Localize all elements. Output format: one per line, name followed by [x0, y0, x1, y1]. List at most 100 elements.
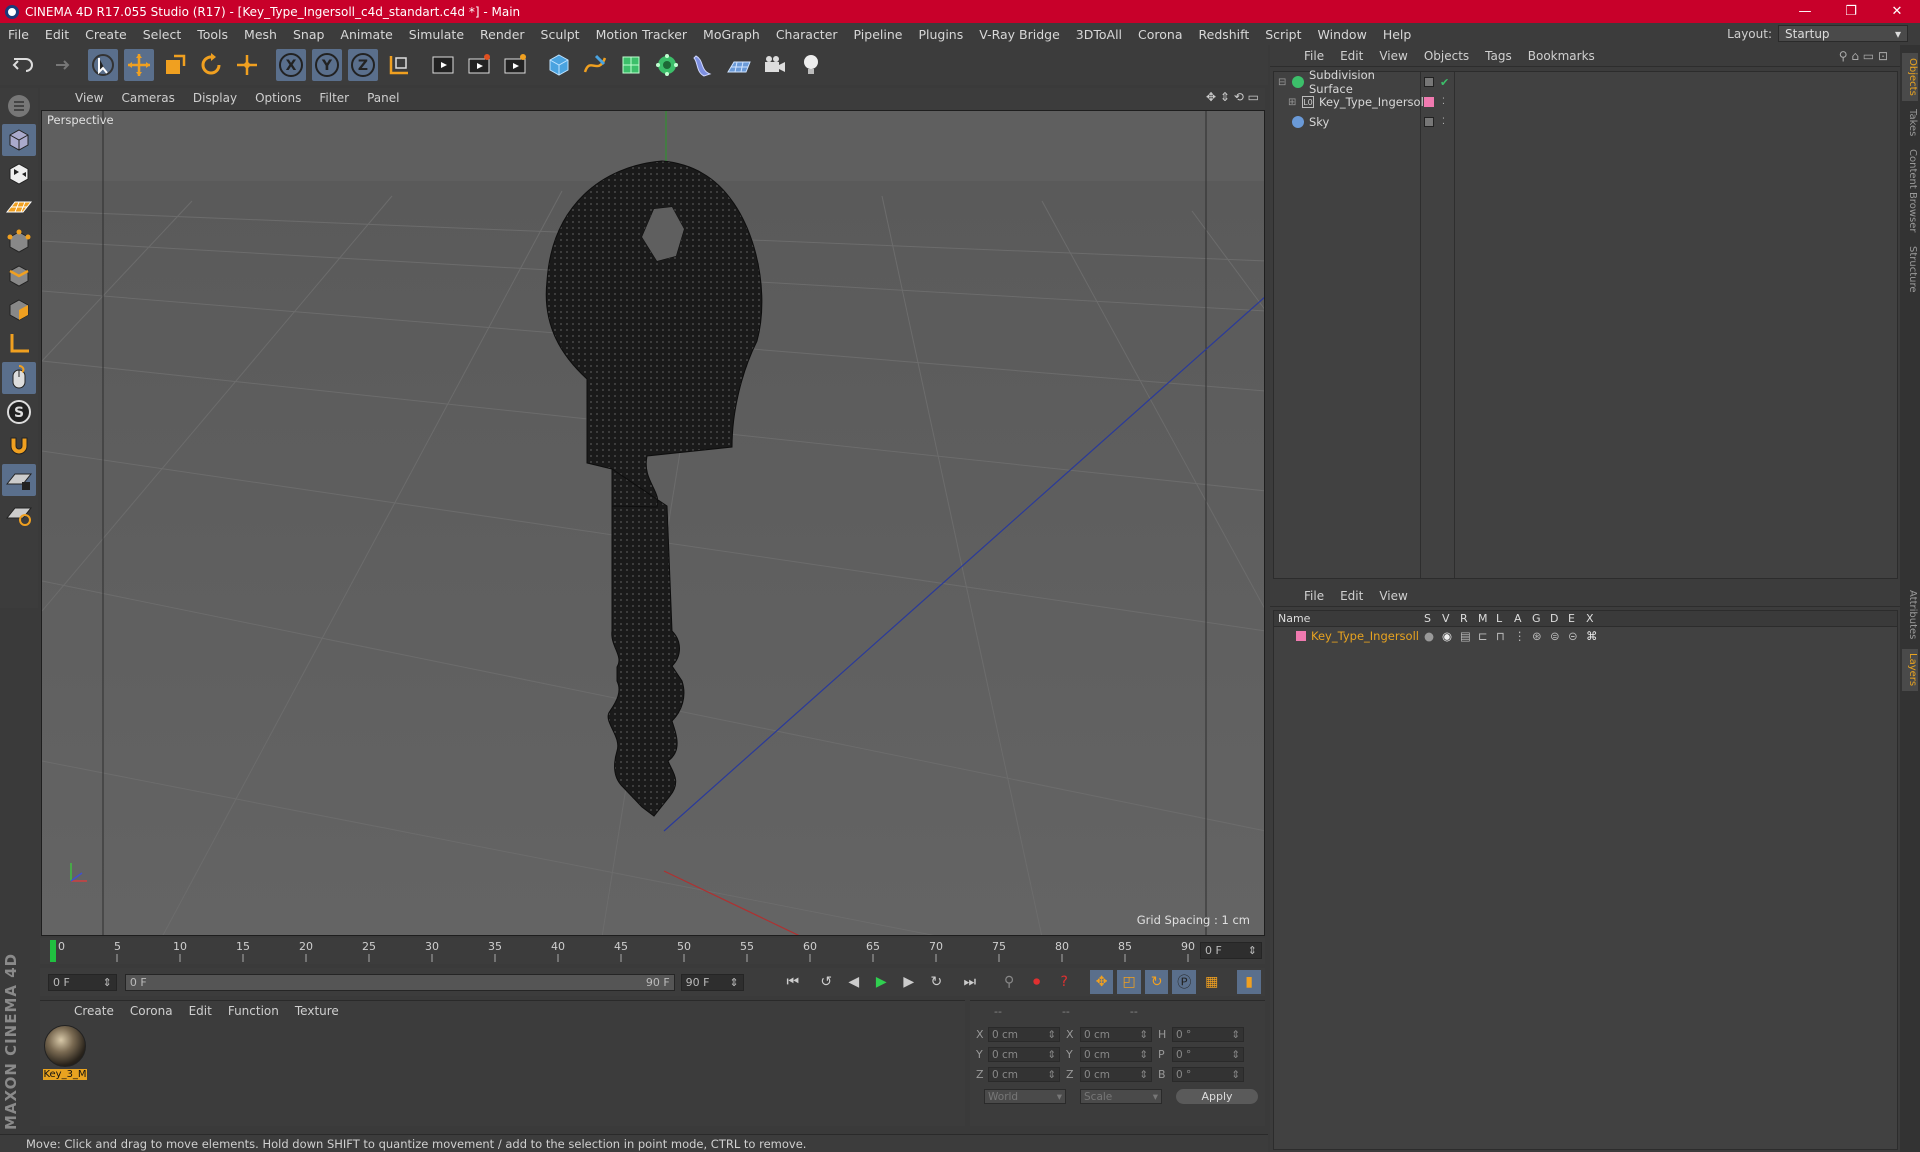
menu-sculpt[interactable]: Sculpt	[533, 27, 588, 42]
menu-file[interactable]: File	[0, 27, 37, 42]
add-cloner-button[interactable]	[652, 49, 682, 81]
material-menu-create[interactable]: Create	[66, 1004, 122, 1018]
timeline-window-button[interactable]: ▮	[1237, 970, 1261, 994]
timeline-ruler[interactable]: 0 5 10 15 20 25 30 35 40 45 50 55 60 65 …	[40, 938, 1265, 964]
menu-pipeline[interactable]: Pipeline	[846, 27, 911, 42]
layer-menu-edit[interactable]: Edit	[1332, 589, 1371, 603]
viewport-menu-display[interactable]: Display	[184, 91, 246, 105]
live-selection-button[interactable]	[88, 49, 118, 81]
record-keys-button[interactable]: ⚲	[997, 970, 1021, 994]
points-mode-button[interactable]	[2, 226, 36, 258]
edges-mode-button[interactable]	[2, 260, 36, 292]
object-menu-view[interactable]: View	[1371, 49, 1415, 63]
position-y-field[interactable]: 0 cm ⇕	[988, 1047, 1060, 1062]
viewport-menu-view[interactable]: View	[66, 91, 112, 105]
tab-structure[interactable]: Structure	[1902, 241, 1918, 297]
next-frame-button[interactable]: ▶	[897, 970, 921, 994]
tab-content-browser[interactable]: Content Browser	[1902, 145, 1918, 237]
menu-simulate[interactable]: Simulate	[401, 27, 472, 42]
menu-mograph[interactable]: MoGraph	[695, 27, 768, 42]
add-deformer-button[interactable]	[688, 49, 718, 81]
size-mode-dropdown[interactable]: Scale ▾	[1080, 1089, 1162, 1104]
key-parameter-button[interactable]: Ⓟ	[1172, 970, 1196, 994]
rotation-h-field[interactable]: 0 ° ⇕	[1172, 1027, 1244, 1042]
undo-button[interactable]	[8, 49, 38, 81]
render-to-picture-viewer-button[interactable]	[464, 49, 494, 81]
move-tool-button[interactable]	[124, 49, 154, 81]
coordinate-system-button[interactable]	[384, 49, 414, 81]
tab-objects[interactable]: Objects	[1902, 53, 1918, 101]
menu-redshift[interactable]: Redshift	[1191, 27, 1258, 42]
scale-tool-button[interactable]	[160, 49, 190, 81]
end-frame-field[interactable]: 90 F ⇕	[680, 973, 744, 991]
add-subdivision-surface-button[interactable]	[616, 49, 646, 81]
key-scale-button[interactable]: ◰	[1117, 970, 1141, 994]
menu-script[interactable]: Script	[1257, 27, 1309, 42]
previous-frame-button[interactable]: ◀	[842, 970, 866, 994]
object-row-key-type-ingersoll[interactable]: ⊞ L0 Key_Type_Ingersoll ⁚	[1274, 92, 1898, 112]
record-active-objects-button[interactable]: ⏺	[1025, 970, 1049, 994]
solo-dot-icon[interactable]: ●	[1424, 629, 1442, 643]
expand-icon[interactable]: ⊞	[1288, 97, 1302, 108]
add-camera-button[interactable]	[760, 49, 790, 81]
add-floor-button[interactable]	[724, 49, 754, 81]
tweak-mode-button[interactable]	[2, 362, 36, 394]
menu-character[interactable]: Character	[768, 27, 846, 42]
tab-attributes[interactable]: Attributes	[1902, 585, 1918, 645]
size-x-field[interactable]: 0 cm ⇕	[1080, 1027, 1152, 1042]
position-z-field[interactable]: 0 cm ⇕	[988, 1067, 1060, 1082]
layer-row[interactable]: Key_Type_Ingersoll ● ◉ ▤ ⊏ ⊓ ⋮ ⊛ ⊜ ⊝ ⌘	[1274, 627, 1897, 645]
object-menu-file[interactable]: File	[1296, 49, 1332, 63]
go-to-start-button[interactable]: ⏮	[781, 970, 805, 994]
visibility-dots-icon[interactable]: ⁚	[1442, 117, 1445, 127]
viewport-menu-cameras[interactable]: Cameras	[112, 91, 183, 105]
menu-snap[interactable]: Snap	[285, 27, 332, 42]
go-to-end-button[interactable]: ⏭	[958, 970, 982, 994]
manager-icon[interactable]: ⊏	[1478, 629, 1496, 643]
tab-layers[interactable]: Layers	[1902, 649, 1918, 691]
previous-keyframe-button[interactable]: ↺	[814, 970, 838, 994]
layer-tag-icon[interactable]	[1424, 77, 1434, 87]
x-axis-lock-button[interactable]: X	[276, 49, 306, 81]
make-editable-button[interactable]	[2, 90, 36, 122]
planar-workplane-button[interactable]	[2, 498, 36, 530]
key-rotation-button[interactable]: ↻	[1144, 970, 1169, 994]
menu-animate[interactable]: Animate	[332, 27, 400, 42]
menu-corona[interactable]: Corona	[1130, 27, 1190, 42]
add-light-button[interactable]	[796, 49, 826, 81]
close-button[interactable]: ✕	[1874, 0, 1920, 23]
texture-mode-button[interactable]	[2, 158, 36, 190]
size-y-field[interactable]: 0 cm ⇕	[1080, 1047, 1152, 1062]
menu-render[interactable]: Render	[472, 27, 533, 42]
layer-menu-file[interactable]: File	[1296, 589, 1332, 603]
redo-button[interactable]	[44, 49, 74, 81]
edit-render-settings-button[interactable]	[500, 49, 530, 81]
menu-mesh[interactable]: Mesh	[236, 27, 285, 42]
current-frame-field[interactable]: 0 F ⇕	[1200, 942, 1262, 959]
object-row-subdivision-surface[interactable]: ⊟ Subdivision Surface ✔	[1274, 68, 1898, 96]
enable-snap-button[interactable]	[2, 430, 36, 462]
render-icon[interactable]: ▤	[1460, 629, 1478, 643]
animation-icon[interactable]: ⋮	[1514, 629, 1532, 643]
playhead[interactable]	[50, 940, 56, 962]
menu-tools[interactable]: Tools	[189, 27, 236, 42]
add-cube-button[interactable]	[544, 49, 574, 81]
layer-color-swatch[interactable]	[1296, 631, 1306, 641]
viewport-nav-icons[interactable]: ✥ ⇕ ⟲ ▭	[1206, 90, 1259, 104]
object-menu-tags[interactable]: Tags	[1477, 49, 1520, 63]
object-menu-bookmarks[interactable]: Bookmarks	[1520, 49, 1603, 63]
start-frame-field[interactable]: 0 F ⇕	[48, 973, 117, 991]
object-menu-objects[interactable]: Objects	[1416, 49, 1477, 63]
locked-workplane-button[interactable]	[2, 464, 36, 496]
viewport-menu-options[interactable]: Options	[246, 91, 310, 105]
z-axis-lock-button[interactable]: Z	[348, 49, 378, 81]
layer-menu-view[interactable]: View	[1371, 589, 1415, 603]
collapse-icon[interactable]: ⊟	[1278, 77, 1292, 88]
model-mode-button[interactable]	[2, 124, 36, 156]
material-menu-corona[interactable]: Corona	[122, 1004, 181, 1018]
menu-motion-tracker[interactable]: Motion Tracker	[588, 27, 695, 42]
key-pla-button[interactable]: ▦	[1200, 970, 1224, 994]
menu-create[interactable]: Create	[77, 27, 135, 42]
menu-help[interactable]: Help	[1375, 27, 1420, 42]
frame-range-slider[interactable]: 0 F 90 F	[124, 973, 675, 991]
